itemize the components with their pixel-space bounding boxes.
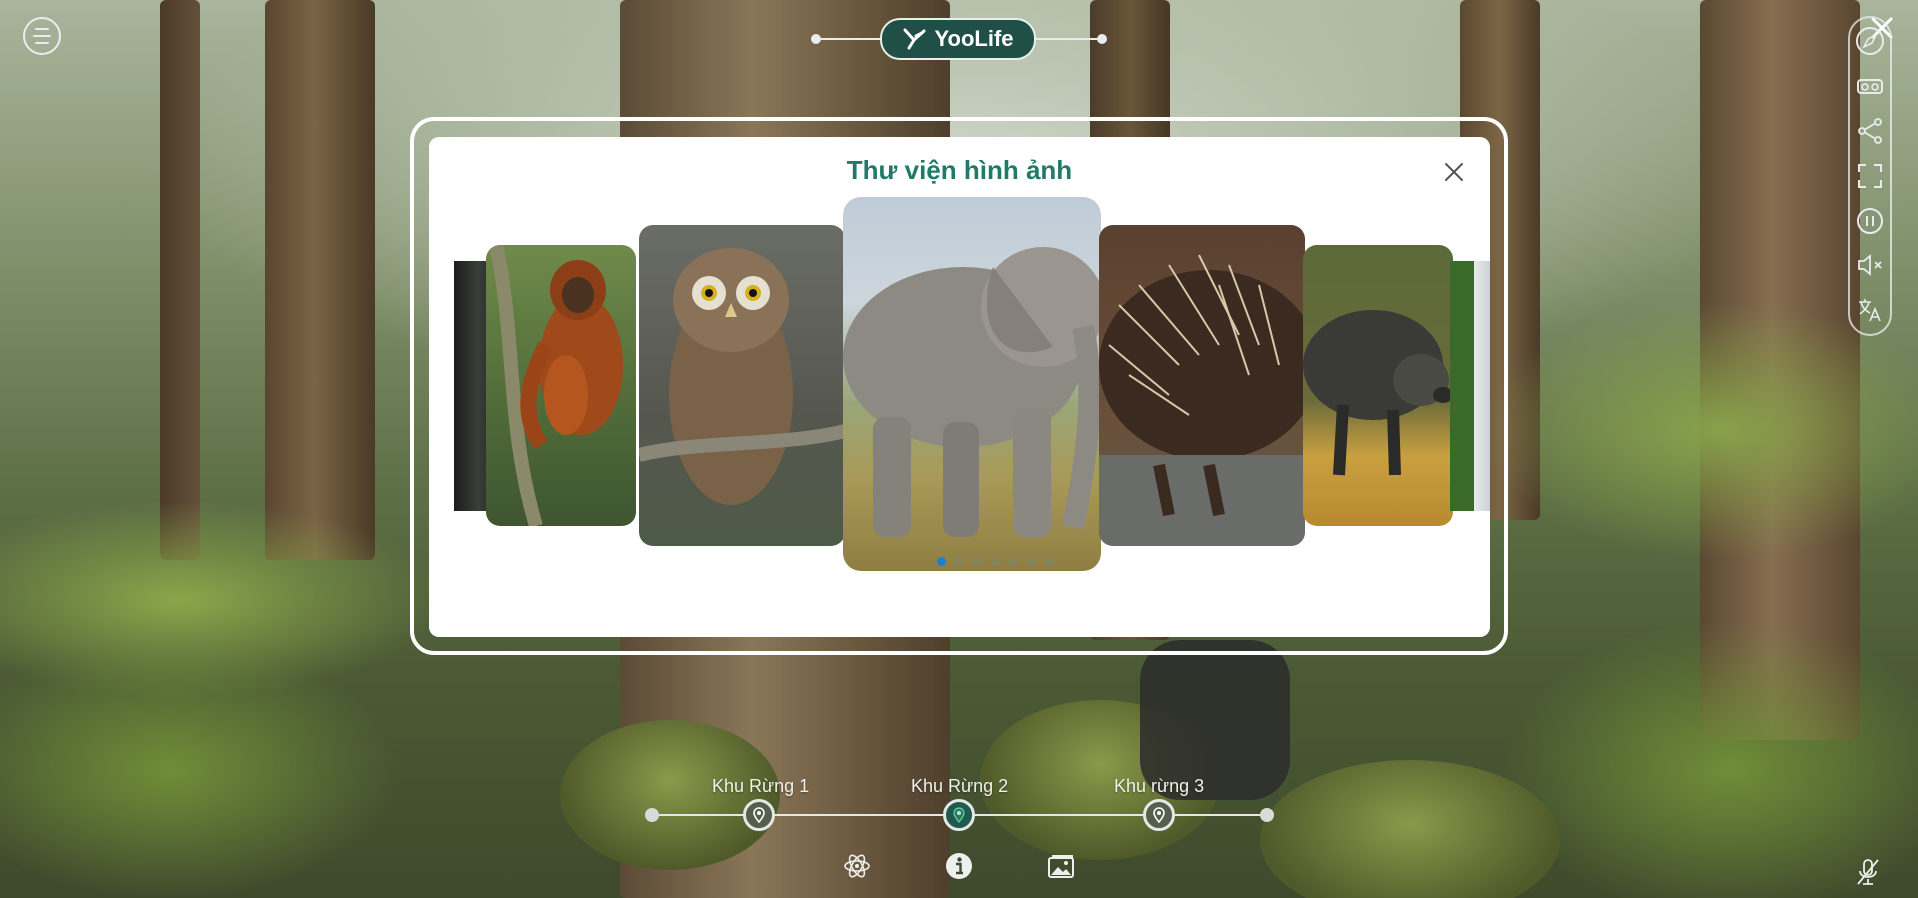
- fullscreen-icon: [1858, 164, 1882, 188]
- logo-line-right: [1032, 38, 1102, 40]
- gallery-icon: [1048, 855, 1074, 878]
- gallery-card-next[interactable]: [1450, 261, 1490, 511]
- gallery-card-wild-boar[interactable]: [1303, 245, 1453, 526]
- timeline-label-1[interactable]: Khu Rừng 1: [712, 776, 809, 797]
- pause-button[interactable]: [1855, 206, 1885, 236]
- info-button[interactable]: [943, 850, 975, 882]
- pagination-dot[interactable]: [937, 557, 946, 566]
- pagination-dot[interactable]: [955, 557, 964, 566]
- menu-icon: [35, 28, 49, 30]
- share-button[interactable]: [1855, 116, 1885, 146]
- wild-boar-image: [1303, 310, 1453, 476]
- pagination-dot[interactable]: [1027, 557, 1036, 566]
- porcupine-image: [1099, 254, 1305, 546]
- logo-line-left: [815, 38, 885, 40]
- orangutan-image: [489, 245, 623, 526]
- mute-button[interactable]: [1855, 250, 1885, 280]
- menu-button[interactable]: [23, 17, 61, 55]
- timeline-label-2[interactable]: Khu Rừng 2: [911, 776, 1008, 797]
- microphone-button[interactable]: [1852, 856, 1884, 888]
- timeline-node-3[interactable]: [1143, 799, 1175, 831]
- translate-button[interactable]: [1855, 295, 1885, 325]
- fullscreen-button[interactable]: [1855, 161, 1885, 191]
- microphone-off-icon: [1857, 859, 1879, 885]
- timeline-node-2[interactable]: [943, 799, 975, 831]
- modal-title: Thư viện hình ảnh: [846, 155, 1073, 185]
- location-pin-icon: [1153, 807, 1165, 823]
- gallery-card-orangutan[interactable]: [486, 245, 636, 526]
- atom-button[interactable]: [841, 850, 873, 882]
- timeline-label-3[interactable]: Khu rừng 3: [1114, 776, 1204, 797]
- owl-image: [639, 248, 845, 505]
- pagination-dot[interactable]: [1009, 557, 1018, 566]
- vr-button[interactable]: [1855, 71, 1885, 101]
- location-pin-icon: [953, 807, 965, 823]
- timeline-node-1[interactable]: [743, 799, 775, 831]
- logo-text: YooLife: [934, 26, 1014, 51]
- info-icon: [946, 853, 972, 879]
- location-pin-icon: [753, 807, 765, 823]
- pagination-dot[interactable]: [1045, 557, 1054, 566]
- pagination-dot[interactable]: [973, 557, 982, 566]
- pause-icon: [1857, 208, 1883, 234]
- modal-close-icon[interactable]: [1443, 161, 1465, 183]
- compass-icon: [1856, 27, 1884, 55]
- timeline-end: [1260, 808, 1274, 822]
- gallery-card-elephant[interactable]: [843, 197, 1101, 571]
- pagination-dot[interactable]: [991, 557, 1000, 566]
- translate-icon: [1859, 299, 1881, 322]
- atom-icon: [844, 854, 870, 878]
- elephant-image: [843, 247, 1101, 537]
- gallery-button[interactable]: [1045, 850, 1077, 882]
- right-toolbar: [1848, 16, 1892, 336]
- mute-icon: [1858, 254, 1882, 276]
- vr-headset-icon: [1857, 79, 1883, 94]
- timeline-start: [645, 808, 659, 822]
- compass-button[interactable]: [1855, 26, 1885, 56]
- logo-bird-icon: [903, 28, 926, 50]
- brand-logo[interactable]: YooLife: [880, 18, 1036, 60]
- gallery-pagination: [937, 557, 1054, 566]
- gallery-card-owl[interactable]: [639, 225, 845, 546]
- share-icon: [1858, 118, 1882, 144]
- gallery-card-porcupine[interactable]: [1099, 225, 1305, 546]
